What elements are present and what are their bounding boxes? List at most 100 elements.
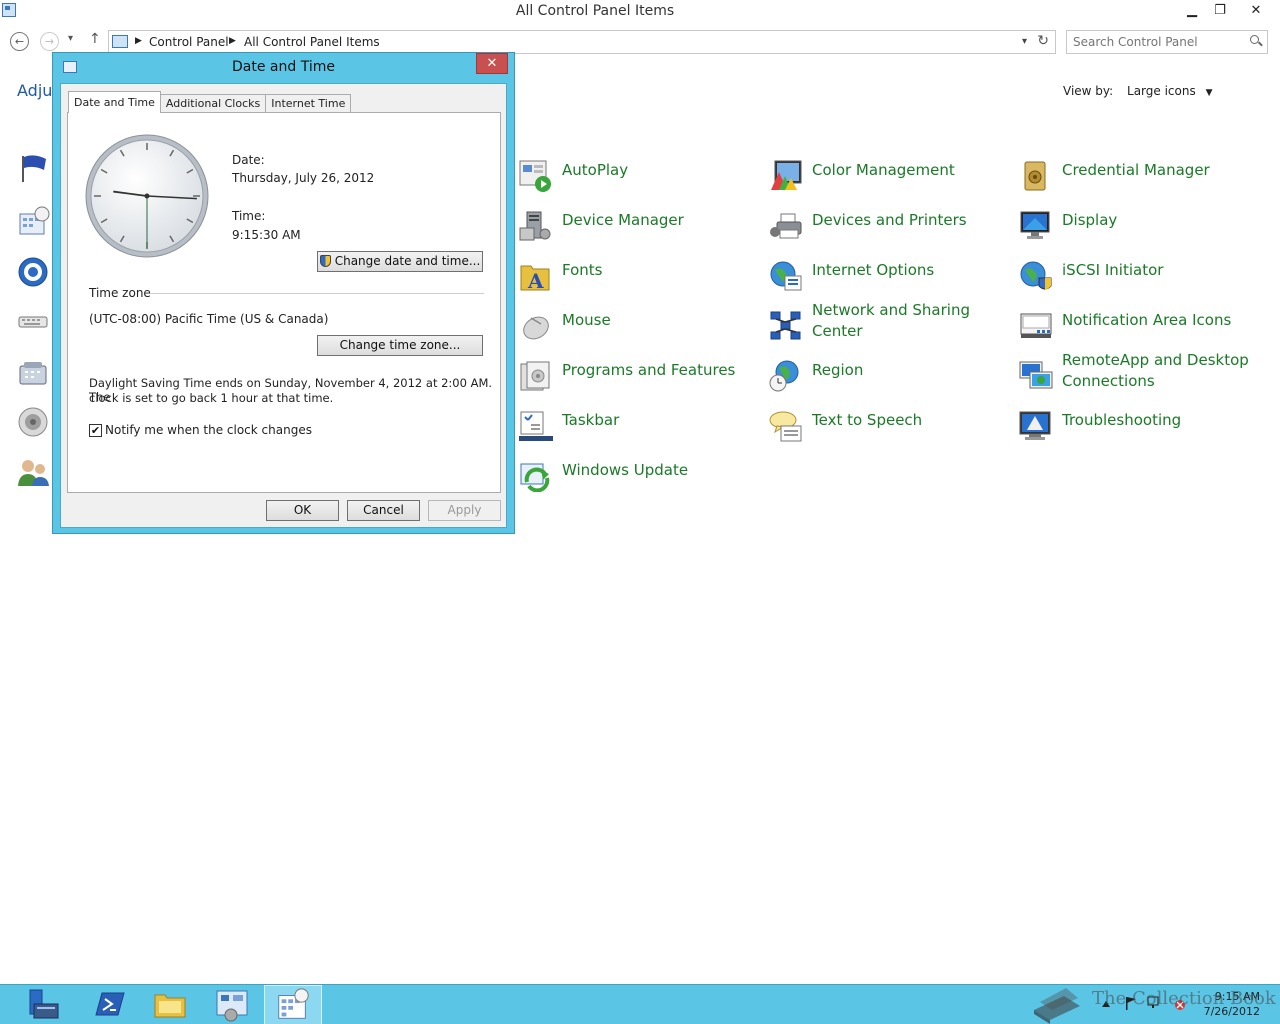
breadcrumb-control-panel[interactable]: Control Panel bbox=[149, 35, 229, 49]
item-label-line1: RemoteApp and Desktop bbox=[1062, 351, 1249, 369]
breadcrumb-all-items[interactable]: All Control Panel Items bbox=[244, 35, 380, 49]
uac-shield-icon bbox=[319, 255, 331, 267]
item-label: Devices and Printers bbox=[812, 211, 967, 229]
analog-clock-icon bbox=[85, 134, 209, 258]
item-label: AutoPlay bbox=[562, 161, 629, 179]
item-label: Notification Area Icons bbox=[1062, 311, 1232, 329]
view-by: View by: Large icons ▼ bbox=[1063, 84, 1212, 98]
item-label: Windows Update bbox=[562, 461, 689, 479]
search-box[interactable] bbox=[1066, 30, 1268, 54]
item-label: Text to Speech bbox=[812, 411, 923, 429]
notify-checkbox[interactable]: ✔ bbox=[89, 424, 102, 437]
navigation-bar: ← → ▾ ↑ ▶ Control Panel ▶ All Control Pa… bbox=[0, 27, 1280, 55]
up-button[interactable]: ↑ bbox=[89, 31, 101, 47]
chevron-down-icon[interactable]: ▼ bbox=[1206, 88, 1213, 98]
notify-label[interactable]: Notify me when the clock changes bbox=[105, 423, 312, 437]
item-label: Internet Options bbox=[812, 261, 935, 279]
dialog-body: Date and Time Additional Clocks Internet… bbox=[60, 83, 507, 528]
back-button[interactable]: ← bbox=[10, 32, 29, 51]
dialog-tabs: Date and Time Additional Clocks Internet… bbox=[68, 91, 352, 113]
dst-info-line2: clock is set to go back 1 hour at that t… bbox=[89, 391, 334, 405]
search-icon[interactable] bbox=[1250, 35, 1259, 44]
search-input[interactable] bbox=[1073, 34, 1243, 50]
autoplay-icon bbox=[519, 160, 551, 192]
watermark-text: The Collection Book bbox=[1092, 988, 1276, 1009]
date-time-dialog: Date and Time ✕ Date and Time Additional… bbox=[52, 52, 515, 534]
time-label: Time: bbox=[232, 209, 266, 223]
mouse-icon bbox=[523, 316, 549, 340]
item-label: Programs and Features bbox=[562, 361, 736, 379]
dialog-close-button[interactable]: ✕ bbox=[476, 53, 508, 74]
minimize-button[interactable]: ▁ bbox=[1178, 0, 1206, 20]
item-label: Network and Sharing Center bbox=[812, 300, 970, 342]
item-label: Credential Manager bbox=[1062, 161, 1210, 179]
recent-locations-button[interactable]: ▾ bbox=[68, 33, 73, 44]
item-label: Fonts bbox=[562, 261, 603, 279]
window-controls: ▁ ❐ ✕ bbox=[1178, 0, 1278, 20]
book-logo-icon bbox=[1034, 988, 1080, 1024]
display-icon bbox=[1020, 211, 1050, 239]
ok-button[interactable]: OK bbox=[266, 500, 339, 521]
item-label: Display bbox=[1062, 211, 1118, 229]
change-date-time-button[interactable]: Change date and time... bbox=[317, 251, 483, 272]
action-center-flag-icon[interactable] bbox=[16, 152, 52, 184]
tab-internet-time[interactable]: Internet Time bbox=[265, 94, 352, 113]
item-label-line1: Network and Sharing bbox=[812, 301, 970, 319]
window-title: All Control Panel Items bbox=[515, 3, 675, 19]
color-management-icon bbox=[771, 160, 802, 190]
title-bar: All Control Panel Items ▁ ❐ ✕ bbox=[0, 0, 1280, 24]
remoteapp-icon bbox=[1019, 361, 1053, 389]
address-bar[interactable]: ▶ Control Panel ▶ All Control Panel Item… bbox=[108, 30, 1056, 54]
keyboard-icon[interactable] bbox=[16, 306, 52, 338]
cancel-button[interactable]: Cancel bbox=[347, 500, 420, 521]
fonts-icon: A bbox=[520, 265, 550, 292]
restore-button[interactable]: ❐ bbox=[1206, 0, 1234, 20]
tab-date-and-time[interactable]: Date and Time bbox=[68, 91, 161, 113]
item-label: RemoteApp and Desktop Connections bbox=[1062, 350, 1249, 392]
server-manager-icon[interactable] bbox=[12, 985, 70, 1024]
change-time-zone-button[interactable]: Change time zone... bbox=[317, 335, 483, 356]
apply-button[interactable]: Apply bbox=[428, 500, 501, 521]
admin-tools-icon[interactable] bbox=[16, 206, 52, 238]
address-dropdown-icon[interactable]: ▾ bbox=[1022, 36, 1027, 47]
powershell-icon[interactable] bbox=[80, 985, 138, 1024]
file-explorer-icon[interactable] bbox=[141, 985, 199, 1024]
network-icon bbox=[770, 311, 801, 340]
credential-manager-icon bbox=[1024, 161, 1046, 191]
phone-modem-icon[interactable] bbox=[16, 356, 52, 388]
tab-panel-date-and-time: Date: Thursday, July 26, 2012 Time: 9:15… bbox=[67, 112, 501, 493]
tab-additional-clocks[interactable]: Additional Clocks bbox=[159, 94, 267, 113]
forward-button[interactable]: → bbox=[40, 32, 59, 51]
control-panel-icon bbox=[112, 35, 128, 48]
breadcrumb-separator-icon[interactable]: ▶ bbox=[229, 36, 236, 46]
notification-icon bbox=[1020, 313, 1052, 338]
close-button[interactable]: ✕ bbox=[1234, 0, 1278, 20]
sound-icon[interactable] bbox=[16, 406, 52, 438]
control-panel-taskbar-icon[interactable] bbox=[203, 985, 261, 1024]
item-label: Region bbox=[812, 361, 864, 379]
time-zone-group-label: Time zone bbox=[89, 286, 151, 300]
troubleshooting-icon bbox=[1019, 411, 1051, 440]
internet-options-icon bbox=[770, 261, 802, 291]
programs-icon bbox=[520, 361, 550, 391]
user-accounts-icon[interactable] bbox=[16, 456, 52, 488]
breadcrumb-separator-icon[interactable]: ▶ bbox=[135, 36, 142, 46]
text-to-speech-icon bbox=[769, 411, 802, 442]
group-divider bbox=[150, 293, 484, 294]
item-label: Taskbar bbox=[562, 411, 620, 429]
dialog-title: Date and Time bbox=[232, 59, 335, 75]
svg-text:A: A bbox=[527, 269, 544, 292]
refresh-icon[interactable]: ↻ bbox=[1037, 33, 1049, 49]
region-icon bbox=[769, 360, 799, 392]
item-label: iSCSI Initiator bbox=[1062, 261, 1164, 279]
view-by-select[interactable]: Large icons bbox=[1127, 84, 1196, 98]
ease-of-access-icon[interactable] bbox=[16, 256, 52, 288]
item-label: Mouse bbox=[562, 311, 611, 329]
date-time-taskbar-icon[interactable] bbox=[264, 985, 322, 1024]
iscsi-icon bbox=[1020, 261, 1052, 290]
taskbar: 9:15 AM 7/26/2012 bbox=[0, 984, 1280, 1024]
date-label: Date: bbox=[232, 153, 265, 167]
item-label: Device Manager bbox=[562, 211, 684, 229]
time-zone-value: (UTC-08:00) Pacific Time (US & Canada) bbox=[89, 312, 329, 326]
item-label-line2: Center bbox=[812, 322, 863, 340]
